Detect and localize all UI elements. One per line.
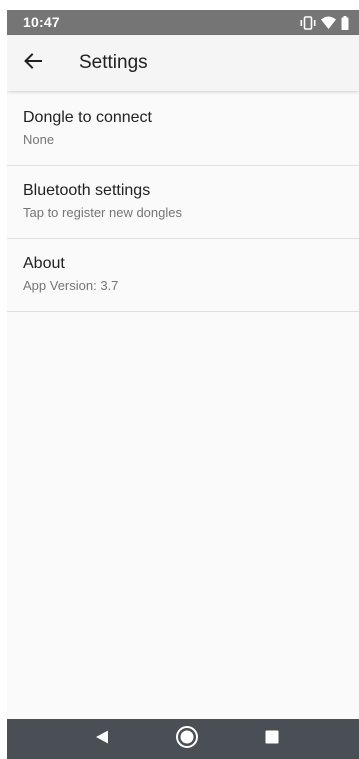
pref-title: About <box>23 255 65 272</box>
status-icons <box>300 15 349 30</box>
pref-bluetooth-settings[interactable]: Bluetooth settings Tap to register new d… <box>7 166 359 239</box>
status-time: 10:47 <box>23 14 60 30</box>
arrow-back-icon <box>23 51 43 76</box>
wifi-icon <box>321 16 336 29</box>
vibrate-icon <box>300 15 316 30</box>
pref-summary: Tap to register new dongles <box>23 205 182 220</box>
navigation-bar <box>7 719 359 759</box>
pref-dongle-to-connect[interactable]: Dongle to connect None <box>7 93 359 166</box>
nav-recents-button[interactable] <box>260 727 284 751</box>
nav-home-button[interactable] <box>175 725 199 754</box>
page-title: Settings <box>79 52 148 73</box>
preference-list: Dongle to connect None Bluetooth setting… <box>7 93 359 312</box>
status-bar: 10:47 <box>7 10 359 35</box>
device-screen: 10:47 Settings Dongle to connect None Bl… <box>7 10 359 759</box>
nav-home-icon <box>175 725 199 754</box>
pref-summary: App Version: 3.7 <box>23 278 119 293</box>
battery-icon <box>341 15 349 30</box>
nav-back-icon <box>94 729 110 750</box>
nav-recents-icon <box>264 729 280 750</box>
pref-title: Dongle to connect <box>23 109 152 126</box>
pref-summary: None <box>23 132 55 147</box>
pref-title: Bluetooth settings <box>23 182 151 199</box>
back-button[interactable] <box>17 47 49 79</box>
pref-about[interactable]: About App Version: 3.7 <box>7 239 359 312</box>
nav-back-button[interactable] <box>90 727 114 751</box>
app-bar: Settings <box>7 35 359 91</box>
